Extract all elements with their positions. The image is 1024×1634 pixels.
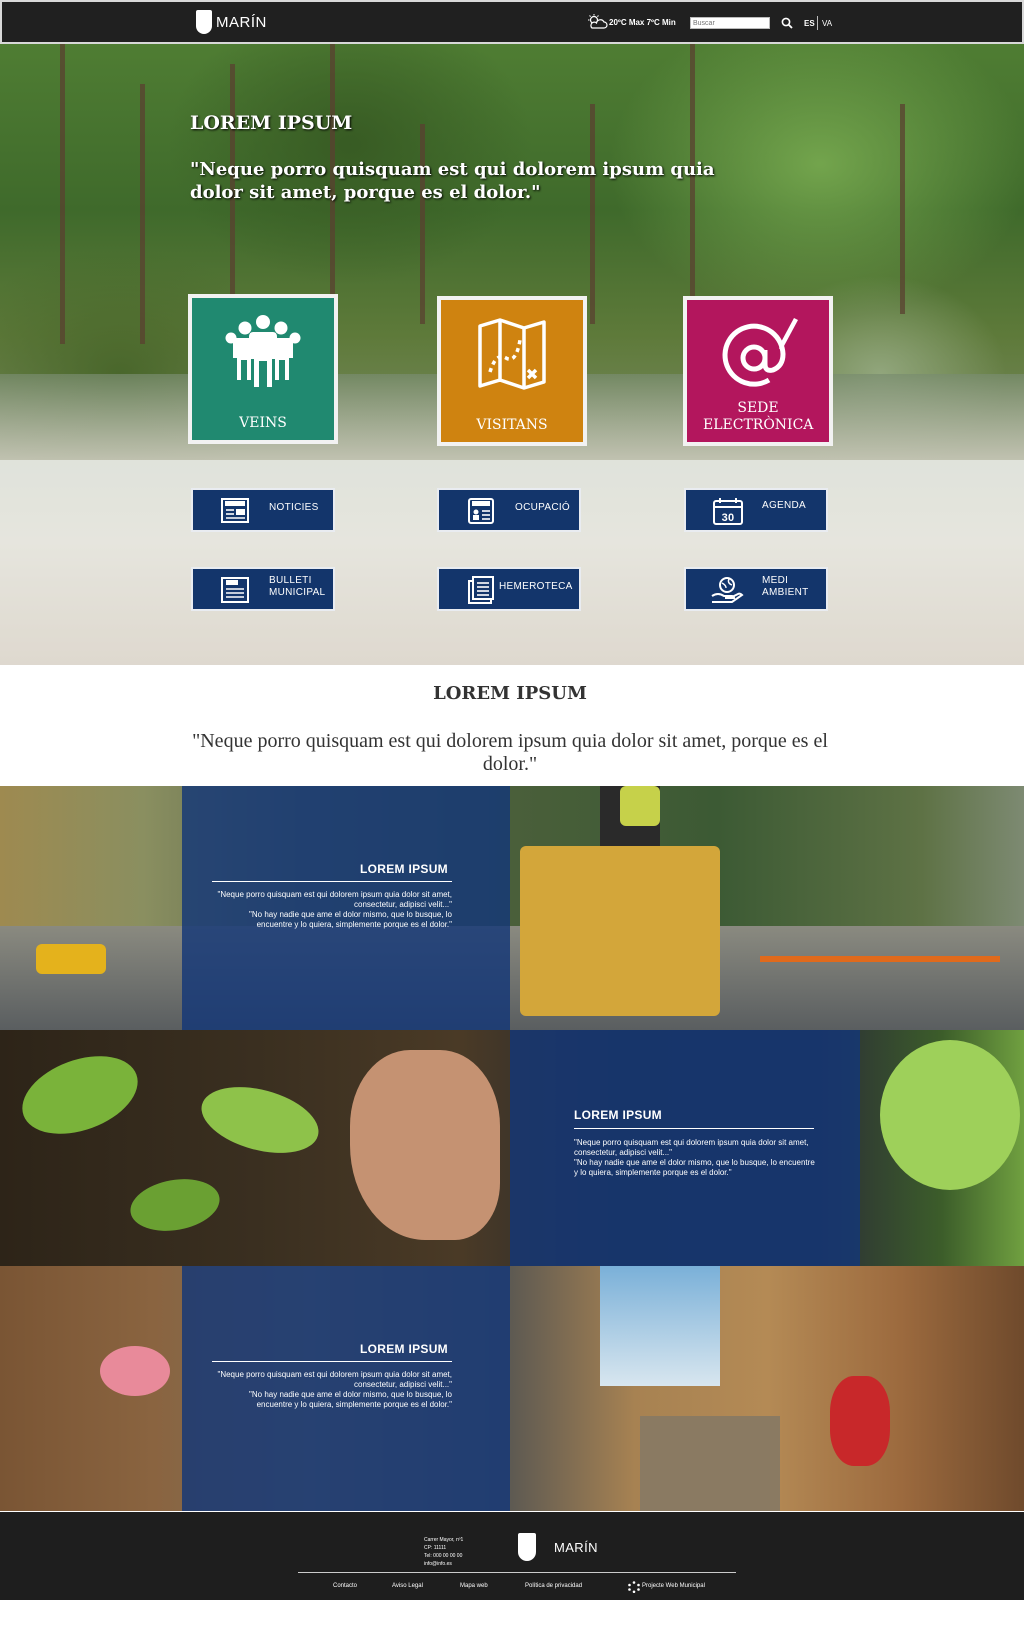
tile-visitans[interactable]: VISITANS [437, 296, 587, 446]
partly-cloudy-icon [588, 14, 608, 29]
feature-text: "No hay nadie que ame el dolor mismo, qu… [249, 1390, 452, 1409]
feature-panel-2: LOREM IPSUM "Neque porro quisquam est qu… [510, 1030, 860, 1266]
footer-address: Carrer Mayor, nº1 CP: 11111 Tel: 000 00 … [424, 1536, 463, 1568]
page-bottom [0, 1600, 1024, 1634]
quick-link-label: HEMEROTECA [499, 581, 573, 592]
address-email[interactable]: info@info.es [424, 1560, 463, 1568]
project-logo-icon [628, 1581, 640, 1593]
feature-panel-3: LOREM IPSUM "Neque porro quisquam est qu… [182, 1266, 510, 1511]
footer-project-link[interactable]: Projecte Web Municipal [642, 1583, 705, 1589]
logo-shield-icon[interactable] [196, 10, 212, 34]
lang-va-link[interactable]: VA [822, 19, 832, 28]
quick-link-hemeroteca[interactable]: HEMEROTECA [437, 567, 581, 611]
footer-link-mapa-web[interactable]: Mapa web [460, 1583, 488, 1589]
bulletin-icon [221, 577, 249, 603]
search-icon[interactable] [780, 16, 794, 30]
quick-link-agenda[interactable]: 30 AGENDA [684, 488, 828, 532]
feature-title: LOREM IPSUM [360, 862, 448, 876]
footer [0, 1512, 1024, 1600]
top-bar [0, 0, 1024, 44]
feature-text: "No hay nadie que ame el dolor mismo, qu… [249, 910, 452, 929]
hero-title: LOREM IPSUM [190, 112, 353, 134]
feature-photo-roadworks [0, 786, 1024, 1030]
newspaper-icon [221, 498, 249, 523]
footer-brand: MARÍN [554, 1540, 598, 1555]
footer-divider [298, 1572, 736, 1573]
feature-text: "Neque porro quisquam est qui dolorem ip… [217, 890, 452, 909]
feature-divider [212, 881, 452, 882]
footer-shield-icon [518, 1533, 536, 1561]
quick-link-bulleti-municipal[interactable]: BULLETI MUNICIPAL [191, 567, 335, 611]
tile-sede-label: SEDE ELECTRÒNICA [703, 400, 814, 433]
globe-hand-icon [711, 577, 744, 603]
tile-visitans-label: VISITANS [476, 417, 548, 433]
section-title: LOREM IPSUM [433, 683, 587, 704]
feature-divider [574, 1128, 814, 1129]
brand-name[interactable]: MARÍN [216, 14, 267, 31]
feature-divider [212, 1361, 452, 1362]
calendar-day-badge: 30 [722, 512, 735, 524]
feature-text: "Neque porro quisquam est qui dolorem ip… [217, 1370, 452, 1389]
people-icon [225, 315, 301, 387]
footer-link-privacidad[interactable]: Política de privacidad [525, 1583, 582, 1589]
lang-divider [817, 16, 818, 30]
feature-photo-village [0, 1266, 1024, 1511]
tile-veins-label: VEINS [239, 415, 287, 431]
feature-panel-1: LOREM IPSUM "Neque porro quisquam est qu… [182, 786, 510, 1030]
quick-link-noticies[interactable]: NOTICIES [191, 488, 335, 532]
feature-title: LOREM IPSUM [360, 1342, 448, 1356]
quick-link-medi-ambient[interactable]: MEDI AMBIENT [684, 567, 828, 611]
map-icon [478, 318, 546, 390]
quick-link-label: BULLETI MUNICIPAL [269, 575, 326, 598]
quick-link-label: AGENDA [762, 500, 807, 511]
footer-link-contacto[interactable]: Contacto [333, 1583, 357, 1589]
feature-title: LOREM IPSUM [574, 1108, 662, 1122]
tile-veins[interactable]: VEINS [188, 294, 338, 444]
quick-link-label: OCUPACIÓ [515, 502, 570, 513]
quick-link-ocupacio[interactable]: OCUPACIÓ [437, 488, 581, 532]
quick-link-label: MEDI AMBIENT [762, 575, 809, 598]
feature-text: "Neque porro quisquam est qui dolorem ip… [574, 1138, 809, 1157]
jobs-icon [468, 498, 494, 524]
hero-quote: "Neque porro quisquam est qui dolorem ip… [190, 159, 715, 203]
section-quote: "Neque porro quisquam est qui dolorem ip… [192, 730, 828, 775]
feature-text: "No hay nadie que ame el dolor mismo, qu… [574, 1158, 815, 1177]
address-street: Carrer Mayor, nº1 [424, 1537, 464, 1543]
address-phone: Tel: 000 00 00 00 [424, 1553, 463, 1559]
search-input[interactable] [690, 17, 770, 29]
lang-es-link[interactable]: ES [804, 19, 815, 28]
calendar-icon: 30 [713, 498, 743, 525]
weather-readout: 20ºC Max 7ºC Min [609, 18, 676, 27]
address-postcode: CP: 11111 [424, 1545, 447, 1551]
at-sign-icon [722, 318, 798, 387]
footer-link-aviso-legal[interactable]: Aviso Legal [392, 1583, 423, 1589]
tile-sede-electronica[interactable]: SEDE ELECTRÒNICA [683, 296, 833, 446]
quick-link-label: NOTICIES [269, 502, 319, 513]
archive-icon [468, 576, 494, 604]
